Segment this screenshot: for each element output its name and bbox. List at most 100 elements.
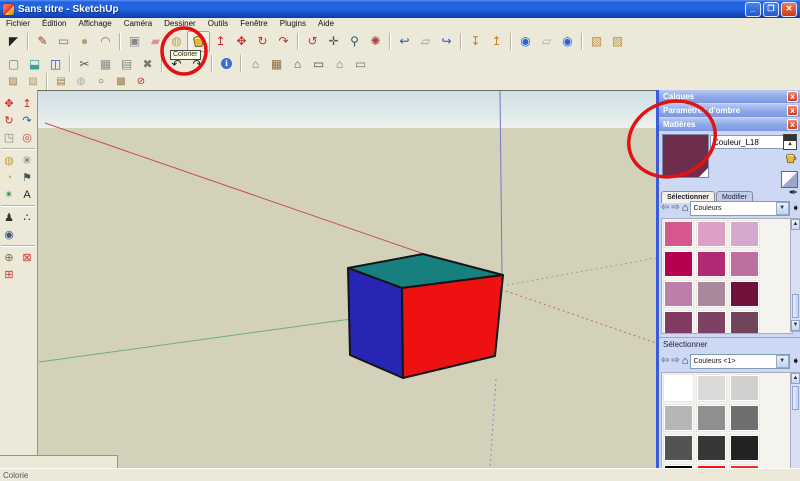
photo-textures-globe-button[interactable]: ◉ <box>515 32 536 51</box>
model-info-button[interactable]: ℹ <box>216 54 237 73</box>
face-style-xray-button[interactable]: ◍ <box>71 75 91 89</box>
copy-button[interactable]: ▦ <box>95 54 116 73</box>
menu-plugins[interactable]: Plugins <box>274 18 312 29</box>
face-style-hidden-line-button[interactable]: ▩ <box>111 75 131 89</box>
move-tool-button[interactable]: ✥ <box>231 32 252 51</box>
create-material-icon[interactable] <box>783 152 798 167</box>
menu-outils[interactable]: Outils <box>202 18 234 29</box>
preview-model-globe-button[interactable]: ◉ <box>557 32 578 51</box>
pan-tool-button[interactable]: ✛ <box>323 32 344 51</box>
protractor-tool-button[interactable]: ◔ <box>0 169 18 186</box>
previous-view-button[interactable]: ↩ <box>394 32 415 51</box>
save-file-button[interactable]: ◫ <box>45 54 66 73</box>
color-swatch[interactable] <box>663 250 694 278</box>
restore-button[interactable]: ❐ <box>763 2 779 17</box>
circle-tool-button[interactable]: ● <box>74 32 95 51</box>
push-pull-tool-button[interactable]: ↥ <box>210 32 231 51</box>
rotate-tool-button[interactable]: ↻ <box>0 112 18 129</box>
chevron-down-icon[interactable]: ▼ <box>775 201 789 215</box>
orbit-tool-button[interactable]: ⊕ <box>0 249 18 266</box>
close-icon[interactable]: x <box>787 91 798 102</box>
next-view-button[interactable]: ↪ <box>436 32 457 51</box>
paint-bucket-tool-button[interactable] <box>187 30 210 52</box>
material-name-input[interactable] <box>710 135 794 149</box>
secondary-collection-dropdown[interactable]: Couleurs <1> ▼ <box>690 353 790 369</box>
axes-tool-button[interactable]: ✳ <box>18 152 36 169</box>
color-swatch[interactable] <box>729 310 760 333</box>
eraser-tool-button[interactable]: ▰ <box>145 32 166 51</box>
color-swatch[interactable] <box>696 434 727 462</box>
arc-tool-button[interactable]: ◠ <box>95 32 116 51</box>
look-around-tool-button[interactable]: ◉ <box>0 226 18 243</box>
new-file-button[interactable]: ▢ <box>3 54 24 73</box>
menu-dessiner[interactable]: Dessiner <box>158 18 202 29</box>
move-tool-button[interactable]: ✥ <box>0 95 18 112</box>
menu-fenetre[interactable]: Fenêtre <box>234 18 274 29</box>
color-swatch[interactable] <box>663 434 694 462</box>
walk-tool-button[interactable]: ∴ <box>18 209 36 226</box>
scroll-up-icon[interactable]: ▲ <box>791 373 800 384</box>
make-component-tool-button[interactable]: ▣ <box>124 32 145 51</box>
color-swatch[interactable] <box>696 250 727 278</box>
color-swatch[interactable] <box>729 404 760 432</box>
collection-dropdown[interactable]: Couleurs ▼ <box>690 200 790 216</box>
color-swatch[interactable] <box>729 374 760 402</box>
color-swatch[interactable] <box>729 434 760 462</box>
active-material-preview[interactable] <box>662 134 709 178</box>
color-swatch[interactable] <box>696 310 727 333</box>
camera-shape-button[interactable]: ▱ <box>415 32 436 51</box>
color-swatch[interactable] <box>696 220 727 248</box>
scale-tool-button[interactable]: ◳ <box>0 129 18 146</box>
color-swatch[interactable] <box>663 220 694 248</box>
color-swatch[interactable] <box>696 374 727 402</box>
details-arrow-icon[interactable]: ➧ <box>792 203 800 214</box>
scroll-up-icon[interactable]: ▲ <box>791 219 800 230</box>
home-icon[interactable]: ⌂ <box>682 355 689 367</box>
follow-me-tool-button[interactable]: ↷ <box>273 32 294 51</box>
forward-arrow-icon[interactable]: ⇨ <box>671 201 679 215</box>
rotate-tool-button[interactable]: ↻ <box>252 32 273 51</box>
tape-measure-tool-button[interactable]: ◍ <box>166 32 187 51</box>
select-tool-button[interactable]: ◤ <box>3 32 24 51</box>
cube-left-face[interactable] <box>347 267 404 379</box>
push-pull-tool-button[interactable]: ↥ <box>18 95 36 112</box>
tape-measure-tool-button[interactable]: ◍ <box>0 152 18 169</box>
color-swatch[interactable] <box>663 280 694 308</box>
shadows-toggle-button[interactable]: ▤ <box>51 75 71 89</box>
shadow-settings-dialog-titlebar[interactable]: Paramètres d'ombre x <box>659 104 800 117</box>
follow-me-tool-button[interactable]: ↷ <box>18 112 36 129</box>
side-view-button[interactable]: ▭ <box>350 54 371 73</box>
scroll-thumb[interactable] <box>792 294 799 318</box>
rectangle-tool-button[interactable]: ▭ <box>53 32 74 51</box>
3d-axes-tool-button[interactable]: ✴ <box>0 186 18 203</box>
cut-button[interactable]: ✂ <box>74 54 95 73</box>
get-current-view-button[interactable]: ↧ <box>465 32 486 51</box>
close-icon[interactable]: x <box>787 105 798 116</box>
toggle-terrain-button[interactable]: ↥ <box>486 32 507 51</box>
line-tool-button[interactable]: ✎ <box>32 32 53 51</box>
model-polygon-button[interactable]: ▱ <box>536 32 557 51</box>
toggle-secondary-pane-icon[interactable]: ▴ <box>783 134 797 150</box>
offset-tool-button[interactable]: ◎ <box>18 129 36 146</box>
color-swatch[interactable] <box>663 404 694 432</box>
color-swatch[interactable] <box>663 310 694 333</box>
dimension-tool-button[interactable]: ⚑ <box>18 169 36 186</box>
text-tool-button[interactable]: A <box>18 186 36 203</box>
section-plane-tool-button[interactable]: ⊠ <box>18 249 36 266</box>
layers-dialog-titlebar[interactable]: Calques x <box>659 90 800 103</box>
home-icon[interactable]: ⌂ <box>682 202 689 214</box>
erase-button[interactable]: ✖ <box>137 54 158 73</box>
face-style-textured-button[interactable]: ▨ <box>3 75 23 89</box>
details-arrow-icon[interactable]: ➧ <box>792 356 800 367</box>
color-swatch[interactable] <box>729 280 760 308</box>
shadows-off-button[interactable]: ⊘ <box>131 75 151 89</box>
open-file-button[interactable]: ⬓ <box>24 54 45 73</box>
cube[interactable] <box>347 253 504 379</box>
scroll-down-icon[interactable]: ▼ <box>791 320 800 331</box>
close-button[interactable]: ✕ <box>781 2 797 17</box>
color-swatch[interactable] <box>729 220 760 248</box>
close-icon[interactable]: x <box>787 119 798 130</box>
color-swatch[interactable] <box>696 404 727 432</box>
face-style-wireframe-button[interactable]: ○ <box>91 75 111 89</box>
orbit-tool-button[interactable]: ↺ <box>302 32 323 51</box>
